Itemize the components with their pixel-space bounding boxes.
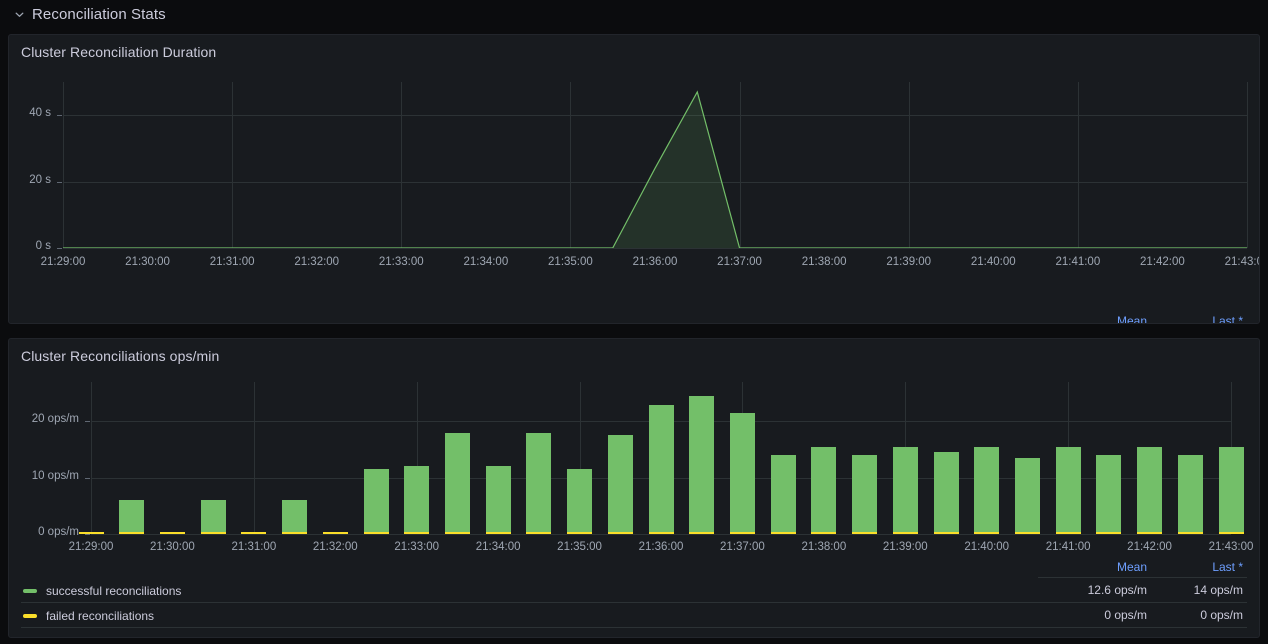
x-axis-label: 21:35:00	[535, 541, 625, 553]
legend-header-row: MeanLast *	[21, 313, 1247, 324]
legend-label-text: successful reconciliations	[46, 584, 181, 598]
legend-series-name[interactable]: successful reconciliations	[21, 578, 1038, 603]
bar-successful-reconciliations	[1137, 447, 1162, 534]
bar-successful-reconciliations	[852, 455, 877, 534]
bar-successful-reconciliations	[1096, 455, 1121, 534]
bar-successful-reconciliations	[974, 447, 999, 534]
panel-legend-duration: MeanLast *kustomizations2.34 s0 s	[9, 313, 1259, 324]
x-axis-label: 21:32:00	[290, 541, 380, 553]
x-axis-label: 21:31:00	[209, 541, 299, 553]
bar-successful-reconciliations	[445, 433, 470, 534]
panel-cluster-reconciliations-ops-min[interactable]: Cluster Reconciliations ops/min 0 ops/m1…	[8, 338, 1260, 638]
x-axis-label: 21:39:00	[860, 541, 950, 553]
x-axis-label: 21:40:00	[942, 541, 1032, 553]
legend-value-mean: 12.6 ops/m	[1038, 578, 1151, 603]
bar-successful-reconciliations	[771, 455, 796, 534]
x-axis-label: 21:43:00	[1186, 541, 1260, 553]
gridline-vertical	[91, 382, 92, 534]
legend-row[interactable]: failed reconciliations 0 ops/m0 ops/m	[21, 602, 1247, 627]
barchart-plot-opsmin[interactable]: 0 ops/m10 ops/m20 ops/m21:29:0021:30:002…	[9, 364, 1259, 564]
legend-label-text: failed reconciliations	[46, 609, 154, 623]
bar-successful-reconciliations	[404, 466, 429, 534]
x-axis-line	[63, 248, 1247, 249]
bar-successful-reconciliations	[649, 405, 674, 534]
legend-header-last[interactable]: Last *	[1151, 559, 1247, 578]
bar-successful-reconciliations	[934, 452, 959, 534]
series-kustomizations	[9, 60, 1259, 280]
legend-color-swatch[interactable]	[23, 614, 37, 618]
row-header-reconciliation-stats[interactable]: Reconciliation Stats	[0, 0, 1268, 28]
bar-successful-reconciliations	[1178, 455, 1203, 534]
bar-successful-reconciliations	[526, 433, 551, 534]
bar-successful-reconciliations	[730, 413, 755, 534]
legend-table: MeanLast *kustomizations2.34 s0 s	[21, 313, 1247, 324]
legend-header-row: MeanLast *	[21, 559, 1247, 578]
bar-successful-reconciliations	[608, 435, 633, 534]
dashboard: Reconciliation Stats Cluster Reconciliat…	[0, 0, 1268, 644]
bar-successful-reconciliations	[1219, 447, 1244, 534]
y-axis-label: 10 ops/m	[9, 470, 79, 482]
x-axis-label: 21:33:00	[372, 541, 462, 553]
bar-successful-reconciliations	[486, 466, 511, 534]
legend-table: MeanLast * successful reconciliations 12.6…	[21, 559, 1247, 628]
bar-successful-reconciliations	[1015, 458, 1040, 534]
x-axis-label: 21:29:00	[46, 541, 136, 553]
legend-header-mean[interactable]: Mean	[1038, 559, 1151, 578]
x-axis-label: 21:34:00	[453, 541, 543, 553]
y-axis-label: 20 ops/m	[9, 413, 79, 425]
legend-value-last: 14 ops/m	[1151, 578, 1247, 603]
panel-cluster-reconciliation-duration[interactable]: Cluster Reconciliation Duration 0 s20 s4…	[8, 34, 1260, 324]
bar-successful-reconciliations	[811, 447, 836, 534]
chevron-down-icon[interactable]	[14, 9, 25, 20]
gridline-vertical	[254, 382, 255, 534]
legend-header-last[interactable]: Last *	[1151, 313, 1247, 324]
x-axis-label: 21:42:00	[1105, 541, 1195, 553]
y-axis-label: 0 ops/m	[9, 526, 79, 538]
legend-series-name[interactable]: failed reconciliations	[21, 602, 1038, 627]
panel-title: Cluster Reconciliation Duration	[9, 35, 1259, 60]
bar-successful-reconciliations	[689, 396, 714, 534]
x-axis-label: 21:30:00	[127, 541, 217, 553]
bar-successful-reconciliations	[201, 500, 226, 534]
bar-successful-reconciliations	[364, 469, 389, 534]
legend-row[interactable]: successful reconciliations 12.6 ops/m14 o…	[21, 578, 1247, 603]
bar-successful-reconciliations	[119, 500, 144, 534]
legend-header-name	[21, 559, 1038, 578]
x-axis-label: 21:38:00	[779, 541, 869, 553]
legend-value-last: 0 ops/m	[1151, 602, 1247, 627]
bar-successful-reconciliations	[567, 469, 592, 534]
legend-header-name	[21, 313, 1038, 324]
y-axis-tick	[85, 534, 90, 535]
x-axis-line	[91, 534, 1231, 535]
bar-successful-reconciliations	[893, 447, 918, 534]
x-axis-label: 21:41:00	[1023, 541, 1113, 553]
panel-legend-opsmin: MeanLast * successful reconciliations 12.6…	[9, 559, 1259, 628]
legend-value-mean: 0 ops/m	[1038, 602, 1151, 627]
y-axis-tick	[85, 421, 90, 422]
timeseries-plot-duration[interactable]: 0 s20 s40 s21:29:0021:30:0021:31:0021:32…	[9, 60, 1259, 280]
panel-title: Cluster Reconciliations ops/min	[9, 339, 1259, 364]
legend-color-swatch[interactable]	[23, 589, 37, 593]
y-axis-tick	[85, 478, 90, 479]
legend-header-mean[interactable]: Mean	[1038, 313, 1151, 324]
x-axis-label: 21:37:00	[697, 541, 787, 553]
bar-successful-reconciliations	[282, 500, 307, 534]
bar-successful-reconciliations	[1056, 447, 1081, 534]
x-axis-label: 21:36:00	[616, 541, 706, 553]
row-title: Reconciliation Stats	[32, 6, 166, 23]
